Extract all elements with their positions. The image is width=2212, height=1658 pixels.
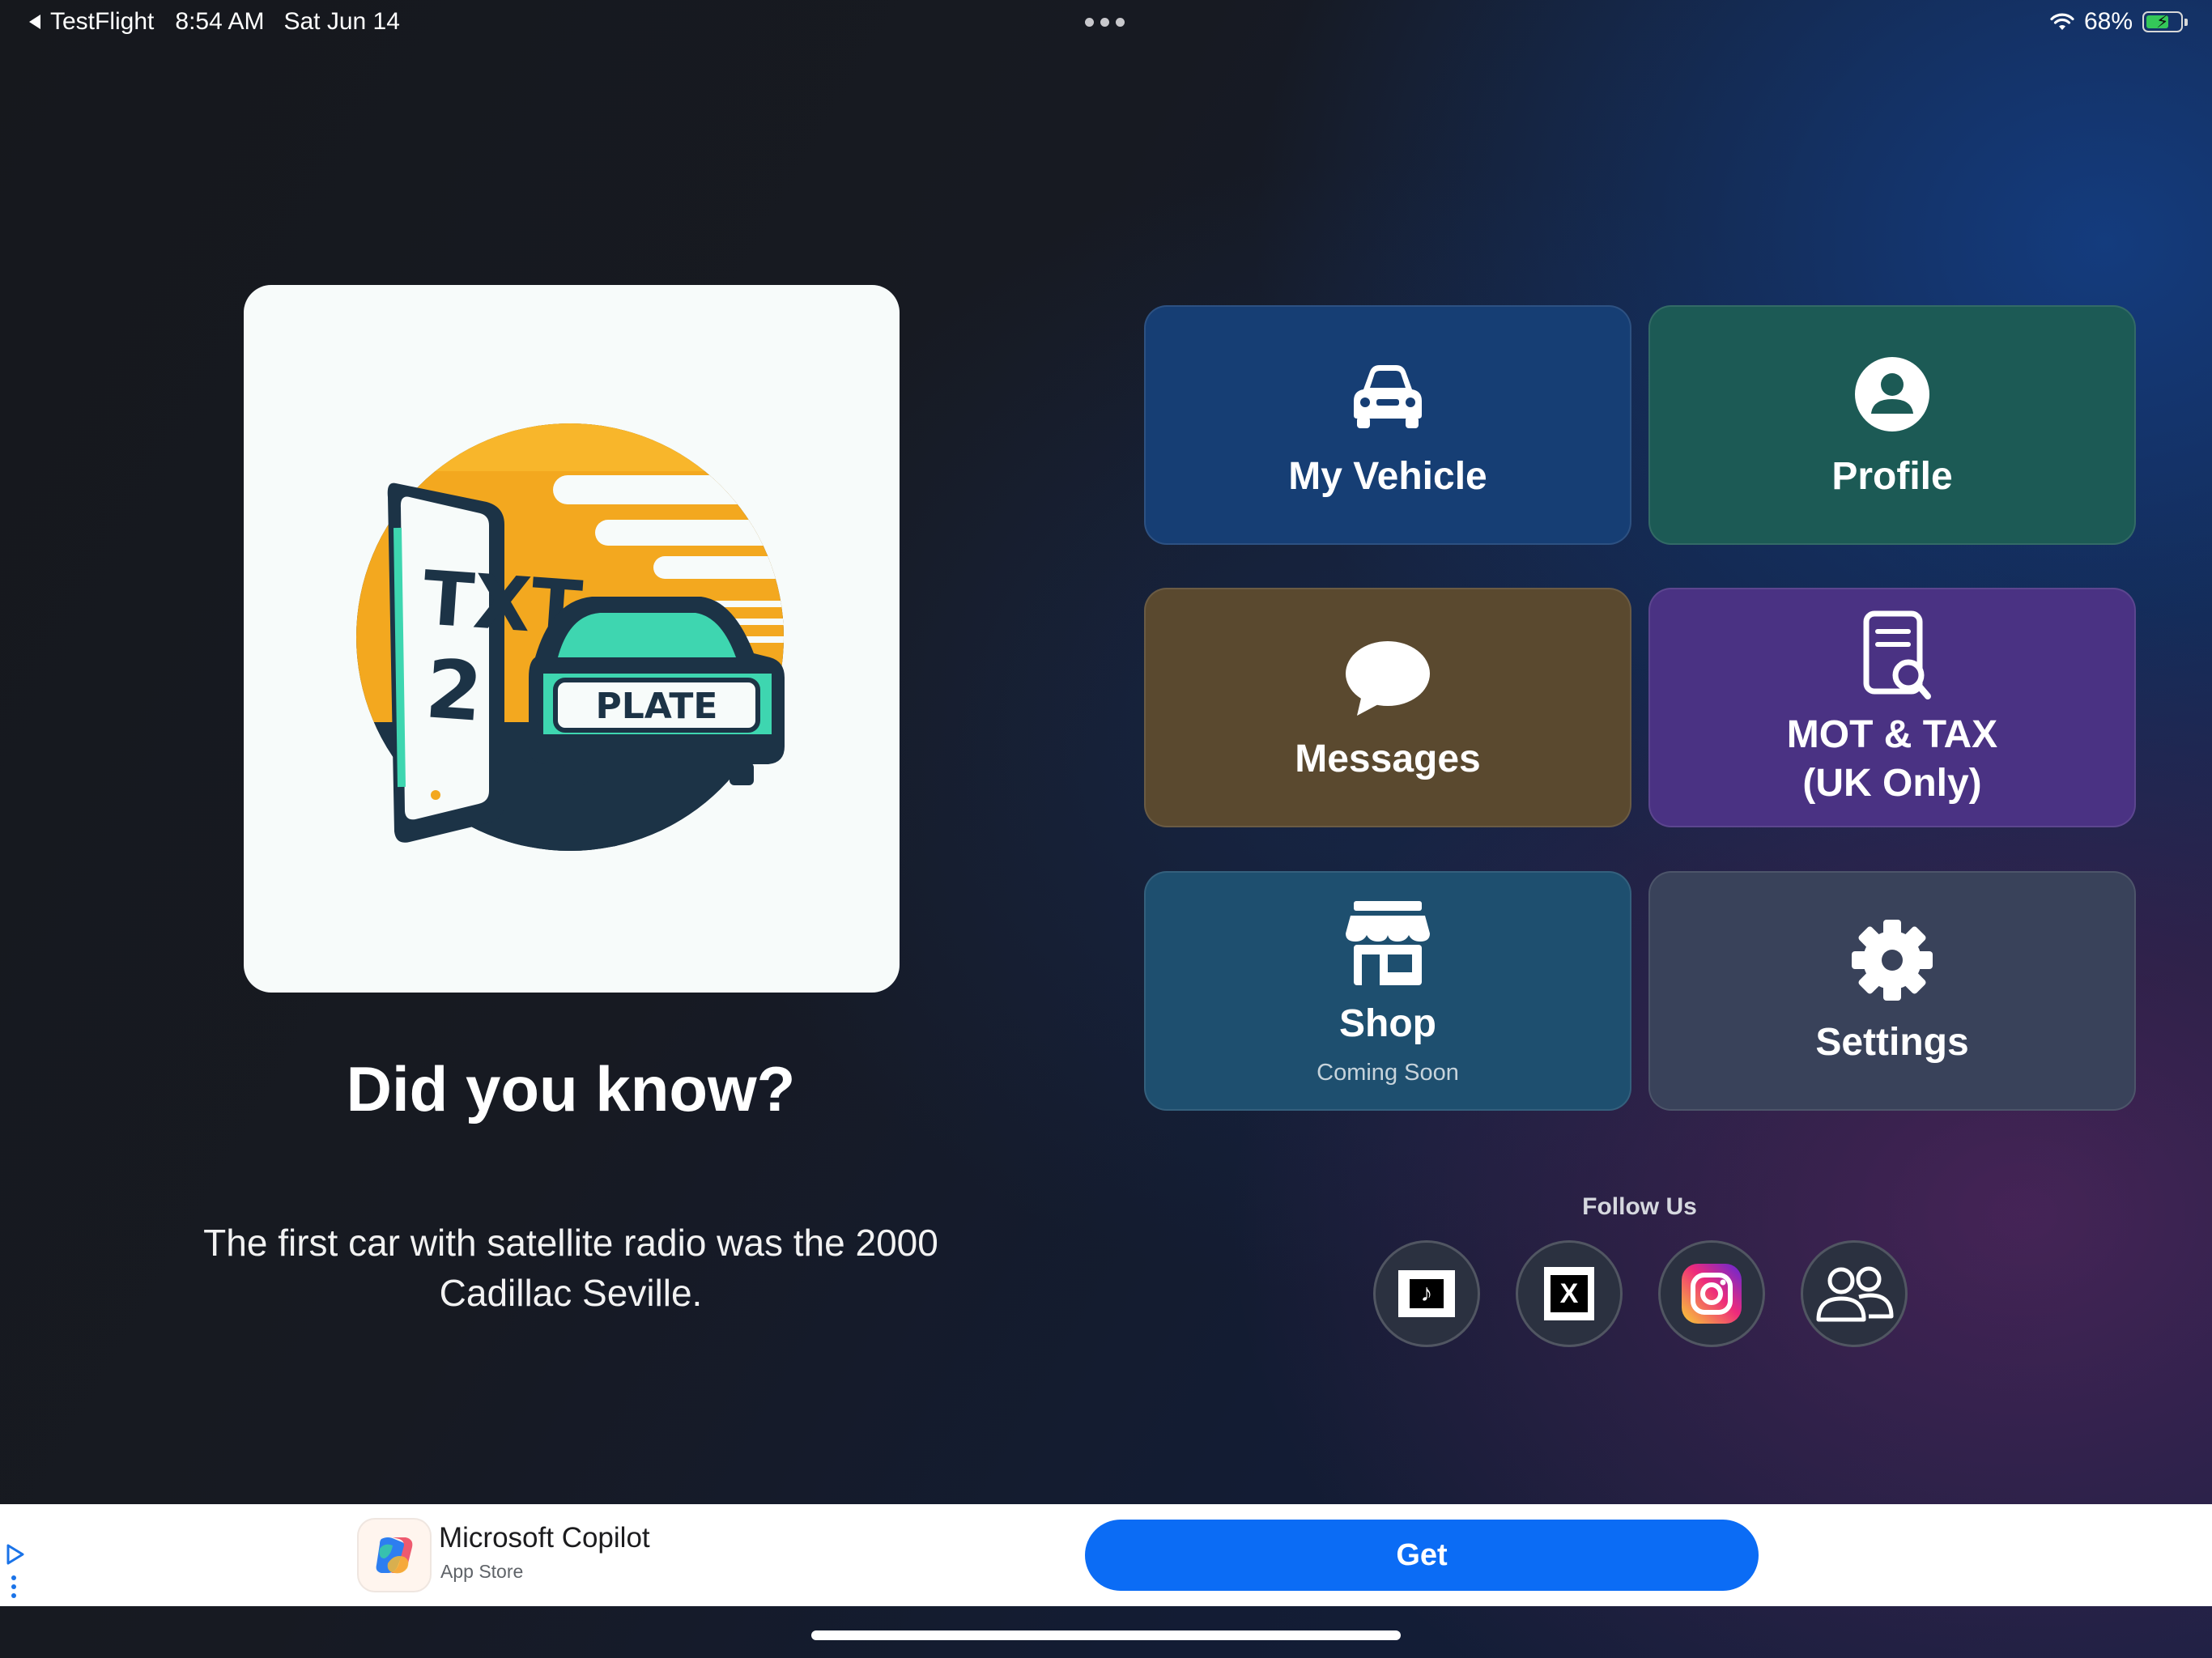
settings-label: Settings: [1815, 1021, 1969, 1064]
instagram-button[interactable]: [1658, 1240, 1765, 1347]
ad-choices-icon[interactable]: [5, 1543, 26, 1566]
multitasking-dots-icon[interactable]: [1085, 18, 1125, 27]
mot-tax-label-line2: (UK Only): [1802, 762, 1982, 805]
gear-icon: [1844, 915, 1941, 1012]
community-icon: [1816, 1266, 1894, 1322]
status-time: 8:54 AM: [175, 8, 265, 35]
logo-2-text: 2: [423, 641, 486, 740]
shop-coming-soon: Coming Soon: [1317, 1059, 1459, 1086]
document-search-icon: [1844, 607, 1941, 704]
back-to-app[interactable]: TestFlight 8:54 AM Sat Jun 14: [29, 8, 400, 36]
fact-text: The first car with satellite radio was t…: [203, 1222, 938, 1314]
storefront-icon: [1339, 896, 1436, 993]
ad-options-icon[interactable]: [11, 1575, 16, 1598]
my-vehicle-tile[interactable]: My Vehicle: [1144, 305, 1631, 545]
shop-label: Shop: [1339, 1001, 1436, 1045]
profile-label: Profile: [1831, 455, 1953, 498]
instagram-icon: [1682, 1264, 1742, 1324]
x-icon: X: [1544, 1267, 1594, 1320]
my-vehicle-label: My Vehicle: [1288, 455, 1487, 498]
shop-tile[interactable]: Shop Coming Soon: [1144, 871, 1631, 1111]
back-app-label: TestFlight: [50, 8, 155, 35]
x-button[interactable]: X: [1516, 1240, 1623, 1347]
copilot-app-icon[interactable]: [359, 1520, 430, 1591]
messages-tile[interactable]: Messages: [1144, 588, 1631, 827]
wifi-icon: [2050, 13, 2074, 30]
ad-app-name[interactable]: Microsoft Copilot: [439, 1522, 650, 1554]
txt2plate-logo-image: TXT 2 PLATE: [356, 423, 785, 851]
battery-icon: ⚡: [2142, 11, 2188, 32]
car-icon: [1339, 349, 1436, 446]
charging-bolt-icon: ⚡: [2156, 11, 2169, 32]
tiktok-icon: ♪: [1398, 1270, 1455, 1317]
fact-heading: Did you know?: [346, 1053, 796, 1124]
get-button[interactable]: Get: [1085, 1520, 1759, 1591]
chat-bubble-icon: [1339, 631, 1436, 729]
follow-us-label: Follow Us: [1582, 1193, 1697, 1220]
tiktok-button[interactable]: ♪: [1373, 1240, 1480, 1347]
community-button[interactable]: [1801, 1240, 1908, 1347]
status-right: 68% ⚡: [2050, 8, 2188, 36]
settings-tile[interactable]: Settings: [1648, 871, 2136, 1111]
battery-percent: 68%: [2083, 8, 2133, 35]
home-indicator[interactable]: [811, 1630, 1401, 1640]
status-bar: TestFlight 8:54 AM Sat Jun 14 68% ⚡: [0, 0, 2212, 49]
mot-tax-label-line1: MOT & TAX: [1786, 713, 1998, 756]
status-date: Sat Jun 14: [283, 8, 400, 35]
app-logo: TXT 2 PLATE: [244, 285, 900, 993]
person-circle-icon: [1844, 349, 1941, 446]
ad-store-label: App Store: [440, 1561, 524, 1582]
profile-tile[interactable]: Profile: [1648, 305, 2136, 545]
back-triangle-icon: [29, 15, 40, 29]
logo-plate-text: PLATE: [596, 686, 718, 727]
messages-label: Messages: [1295, 738, 1481, 780]
ad-banner[interactable]: Microsoft Copilot App Store Get: [0, 1504, 2212, 1606]
mot-tax-tile[interactable]: MOT & TAX (UK Only): [1648, 588, 2136, 827]
